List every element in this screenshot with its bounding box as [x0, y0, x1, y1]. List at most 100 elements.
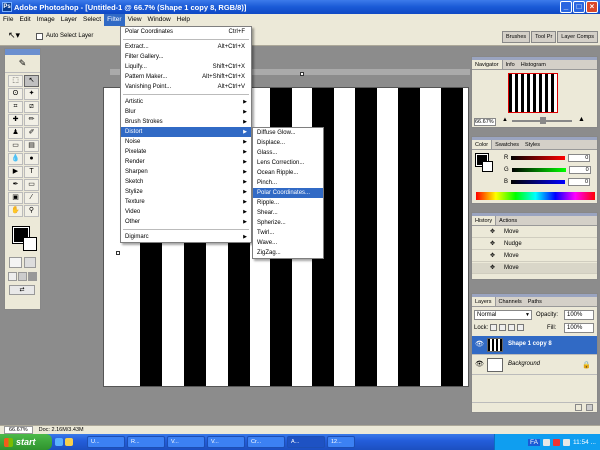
menu-window[interactable]: Window — [145, 14, 174, 26]
zoom-in-icon[interactable]: ▲ — [578, 116, 585, 123]
status-zoom[interactable]: 66.67% — [4, 426, 33, 434]
menu-item-stylize[interactable]: Stylize ▶ — [121, 187, 251, 197]
lock-position-icon[interactable] — [508, 324, 515, 331]
menu-item-zigzag[interactable]: ZigZag... — [253, 248, 323, 258]
menu-item-render[interactable]: Render ▶ — [121, 157, 251, 167]
full-screen-mode-icon[interactable] — [28, 272, 37, 281]
menu-item-pixelate[interactable]: Pixelate ▶ — [121, 147, 251, 157]
tab-styles[interactable]: Styles — [522, 140, 543, 149]
history-brush-icon[interactable]: ✐ — [24, 127, 39, 139]
tab-histogram[interactable]: Histogram — [518, 60, 549, 69]
menu-help[interactable]: Help — [174, 14, 193, 26]
menu-item-noise[interactable]: Noise ▶ — [121, 137, 251, 147]
menu-item-polar-coordinates[interactable]: Polar Coordinates... — [253, 188, 323, 198]
channel-b-value[interactable]: 0 — [568, 178, 591, 186]
channel-b-slider[interactable] — [511, 180, 566, 184]
tray-icon[interactable] — [552, 438, 560, 446]
folder-icon[interactable] — [65, 438, 73, 446]
zoom-out-icon[interactable]: ▲ — [502, 117, 508, 123]
transform-handle[interactable] — [116, 251, 120, 255]
well-tab-brushes[interactable]: Brushes — [501, 31, 531, 43]
eraser-tool-icon[interactable]: ▭ — [8, 140, 23, 152]
layer-row-background[interactable]: 👁 Background 🔒 — [472, 356, 597, 375]
minimize-button[interactable]: _ — [560, 1, 572, 13]
tab-history[interactable]: History — [472, 216, 497, 225]
menu-item-glass[interactable]: Glass... — [253, 148, 323, 158]
menu-item-sharpen[interactable]: Sharpen ▶ — [121, 167, 251, 177]
feather-icon[interactable]: ✎ — [5, 55, 40, 73]
move-tool-icon[interactable]: ↖ — [24, 75, 39, 87]
path-selection-icon[interactable]: ▶ — [8, 166, 23, 178]
brush-tool-icon[interactable]: ✏ — [24, 114, 39, 126]
taskbar-button[interactable]: Cr... — [247, 436, 285, 448]
quick-mask-icon[interactable] — [23, 257, 36, 268]
menu-item-liquify[interactable]: Liquify... Shift+Ctrl+X — [121, 62, 251, 72]
channel-g-slider[interactable] — [511, 168, 566, 172]
delete-layer-icon[interactable] — [586, 404, 593, 411]
history-item[interactable]: ✥ Move — [472, 227, 597, 238]
taskbar-button-photoshop[interactable]: A... — [287, 436, 325, 448]
blur-tool-icon[interactable]: 💧 — [8, 153, 23, 165]
taskbar-button[interactable]: U... — [87, 436, 125, 448]
menu-select[interactable]: Select — [80, 14, 104, 26]
language-indicator[interactable]: FA — [528, 438, 540, 446]
tab-navigator[interactable]: Navigator — [472, 60, 503, 69]
zoom-tool-icon[interactable]: ⚲ — [24, 205, 39, 217]
lasso-tool-icon[interactable]: ʘ — [8, 88, 23, 100]
menu-item-texture[interactable]: Texture ▶ — [121, 197, 251, 207]
fill-input[interactable]: 100% — [564, 323, 594, 333]
menu-item-wave[interactable]: Wave... — [253, 238, 323, 248]
pen-tool-icon[interactable]: ✒ — [8, 179, 23, 191]
color-bg-swatch[interactable] — [482, 161, 493, 172]
channel-g-value[interactable]: 0 — [568, 166, 591, 174]
menu-item-vanishing-point[interactable]: Vanishing Point... Alt+Ctrl+V — [121, 82, 251, 92]
standard-screen-mode-icon[interactable] — [8, 272, 17, 281]
navigator-zoom[interactable]: 66.67% — [474, 118, 496, 126]
menu-item-ocean-ripple[interactable]: Ocean Ripple... — [253, 168, 323, 178]
menu-item-shear[interactable]: Shear... — [253, 208, 323, 218]
eyedropper-tool-icon[interactable]: ⁄ — [24, 192, 39, 204]
menu-item-displace[interactable]: Displace... — [253, 138, 323, 148]
dodge-tool-icon[interactable]: ● — [24, 153, 39, 165]
full-screen-menu-mode-icon[interactable] — [18, 272, 27, 281]
tab-color[interactable]: Color — [472, 140, 493, 149]
tab-info[interactable]: Info — [503, 60, 518, 69]
menu-item-extract[interactable]: Extract... Alt+Ctrl+X — [121, 42, 251, 52]
crop-tool-icon[interactable]: ⌗ — [8, 101, 23, 113]
taskbar-button[interactable]: 12... — [327, 436, 355, 448]
menu-item-filter-gallery[interactable]: Filter Gallery... — [121, 52, 251, 62]
tray-icon[interactable] — [542, 438, 550, 446]
channel-r-value[interactable]: 0 — [568, 154, 591, 162]
gradient-tool-icon[interactable]: ▤ — [24, 140, 39, 152]
menu-edit[interactable]: Edit — [16, 14, 33, 26]
tab-swatches[interactable]: Swatches — [492, 140, 522, 149]
background-color-swatch[interactable] — [23, 237, 37, 251]
menu-file[interactable]: File — [0, 14, 16, 26]
tab-layers[interactable]: Layers — [472, 297, 496, 306]
notes-tool-icon[interactable]: ▣ — [8, 192, 23, 204]
slice-tool-icon[interactable]: ⧄ — [24, 101, 39, 113]
menu-filter[interactable]: Filter — [104, 14, 125, 26]
new-layer-icon[interactable] — [575, 404, 582, 411]
hand-tool-icon[interactable]: ✋ — [8, 205, 23, 217]
marquee-tool-icon[interactable]: ⬚ — [8, 75, 23, 87]
ie-icon[interactable] — [55, 438, 63, 446]
menu-item-diffuse-glow[interactable]: Diffuse Glow... — [253, 128, 323, 138]
menu-item-blur[interactable]: Blur ▶ — [121, 107, 251, 117]
navigator-preview[interactable] — [508, 73, 558, 113]
menu-item-spherize[interactable]: Spherize... — [253, 218, 323, 228]
close-button[interactable]: × — [586, 1, 598, 13]
menu-layer[interactable]: Layer — [58, 14, 80, 26]
color-ramp[interactable] — [476, 192, 595, 200]
history-item[interactable]: ✥ Nudge — [472, 239, 597, 250]
magic-wand-tool-icon[interactable]: ✦ — [24, 88, 39, 100]
menu-image[interactable]: Image — [34, 14, 58, 26]
layer-row-shape[interactable]: 👁 Shape 1 copy 8 — [472, 336, 597, 355]
menu-item-ripple[interactable]: Ripple... — [253, 198, 323, 208]
blend-mode-select[interactable]: Normal ▼ — [474, 310, 532, 320]
menu-item-digimarc[interactable]: Digimarc ▶ — [121, 232, 251, 242]
shape-tool-icon[interactable]: ▭ — [24, 179, 39, 191]
taskbar-button[interactable]: V... — [207, 436, 245, 448]
tray-icon[interactable] — [562, 438, 570, 446]
eye-icon[interactable]: 👁 — [475, 361, 484, 369]
